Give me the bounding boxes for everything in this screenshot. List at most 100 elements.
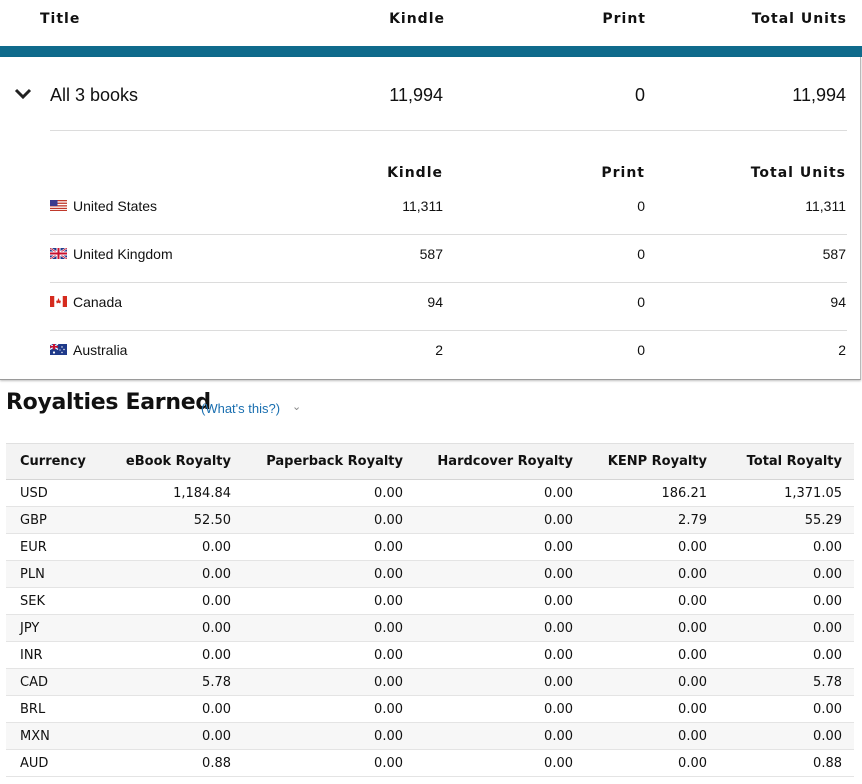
cell-paperback-royalty: 0.00 (374, 485, 403, 501)
cell-hardcover-royalty: 0.00 (544, 674, 573, 690)
cell-paperback-royalty: 0.00 (374, 647, 403, 663)
cell-paperback-royalty: 0.00 (374, 674, 403, 690)
marketplace-print: 0 (637, 342, 645, 358)
cell-ebook-royalty: 0.00 (202, 647, 231, 663)
marketplace-print: 0 (637, 294, 645, 310)
cell-currency: INR (20, 647, 43, 663)
cell-paperback-royalty: 0.00 (374, 566, 403, 582)
cell-currency: AUD (20, 755, 49, 771)
marketplace-kindle: 94 (427, 294, 443, 310)
table-row: SEK 0.00 0.00 0.00 0.00 0.00 (6, 588, 854, 615)
marketplace-total: 2 (838, 342, 846, 358)
cell-ebook-royalty: 0.00 (202, 728, 231, 744)
table-row: BRL 0.00 0.00 0.00 0.00 0.00 (6, 696, 854, 723)
sub-header-print: Print (601, 165, 645, 181)
marketplace-name: United Kingdom (73, 246, 173, 262)
cell-hardcover-royalty: 0.00 (544, 512, 573, 528)
cell-ebook-royalty: 0.00 (202, 620, 231, 636)
cell-kenp-royalty: 0.00 (678, 701, 707, 717)
cell-hardcover-royalty: 0.00 (544, 728, 573, 744)
cell-kenp-royalty: 0.00 (678, 593, 707, 609)
cell-paperback-royalty: 0.00 (374, 593, 403, 609)
cell-kenp-royalty: 0.00 (678, 620, 707, 636)
marketplace-name: Canada (73, 294, 123, 310)
divider (50, 330, 847, 331)
marketplace-total: 587 (822, 246, 846, 262)
cell-paperback-royalty: 0.00 (374, 701, 403, 717)
cell-kenp-royalty: 2.79 (678, 512, 707, 528)
col-header-total-royalty: Total Royalty (719, 443, 854, 480)
cell-paperback-royalty: 0.00 (374, 620, 403, 636)
table-row: GBP 52.50 0.00 0.00 2.79 55.29 (6, 506, 854, 534)
col-header-title[interactable]: Title (40, 11, 80, 27)
col-header-currency: Currency (6, 443, 102, 480)
cell-currency: EUR (20, 539, 47, 555)
cell-currency: USD (20, 485, 48, 501)
cell-hardcover-royalty: 0.00 (544, 485, 573, 501)
marketplace-total: 94 (830, 294, 846, 310)
col-header-print[interactable]: Print (546, 11, 646, 27)
cell-total-royalty: 1,371.05 (784, 485, 842, 501)
us-flag-icon (50, 200, 67, 211)
cell-kenp-royalty: 0.00 (678, 566, 707, 582)
cell-currency: BRL (20, 701, 46, 717)
cell-currency: MXN (20, 728, 50, 744)
table-row: USD 1,184.84 0.00 0.00 186.21 1,371.05 (6, 480, 854, 507)
cell-ebook-royalty: 0.00 (202, 566, 231, 582)
whats-this-link[interactable]: (What's this?) (201, 401, 280, 416)
cell-ebook-royalty: 0.00 (202, 539, 231, 555)
cell-total-royalty: 5.78 (813, 674, 842, 690)
units-table-header: Title Kindle Print Total Units (0, 0, 862, 46)
cell-total-royalty: 0.00 (813, 566, 842, 582)
cell-hardcover-royalty: 0.00 (544, 539, 573, 555)
cell-kenp-royalty: 0.00 (678, 755, 707, 771)
col-header-kenp-royalty: KENP Royalty (585, 443, 719, 480)
marketplace-print: 0 (637, 198, 645, 214)
cell-total-royalty: 0.00 (813, 620, 842, 636)
table-row: PLN 0.00 0.00 0.00 0.00 0.00 (6, 560, 854, 588)
cell-currency: GBP (20, 512, 47, 528)
cell-kenp-royalty: 0.00 (678, 728, 707, 744)
royalties-heading: Royalties Earned (6, 390, 211, 415)
table-row: MXN 0.00 0.00 0.00 0.00 0.00 (6, 722, 854, 750)
summary-title[interactable]: All 3 books (50, 85, 138, 106)
summary-total: 11,994 (792, 85, 846, 105)
table-row: EUR 0.00 0.00 0.00 0.00 0.00 (6, 534, 854, 561)
table-row: INR 0.00 0.00 0.00 0.00 0.00 (6, 642, 854, 669)
cell-total-royalty: 55.29 (804, 512, 842, 528)
cell-total-royalty: 0.88 (813, 755, 842, 771)
cell-currency: CAD (20, 674, 48, 690)
cell-kenp-royalty: 0.00 (678, 539, 707, 555)
col-header-ebook-royalty: eBook Royalty (102, 443, 243, 480)
cell-ebook-royalty: 0.00 (202, 593, 231, 609)
cell-total-royalty: 0.00 (813, 539, 842, 555)
cell-total-royalty: 0.00 (813, 593, 842, 609)
divider (50, 282, 847, 283)
cell-total-royalty: 0.00 (813, 728, 842, 744)
summary-kindle: 11,994 (389, 85, 443, 105)
table-row: JPY 0.00 0.00 0.00 0.00 0.00 (6, 614, 854, 642)
marketplace-row: United Kingdom 587 0 587 (0, 236, 862, 284)
cell-hardcover-royalty: 0.00 (544, 701, 573, 717)
marketplace-total: 11,311 (805, 198, 846, 214)
marketplace-name: United States (73, 198, 158, 214)
table-header-row: Currency eBook Royalty Paperback Royalty… (6, 443, 854, 480)
canada-flag-icon (50, 296, 67, 307)
col-header-kindle[interactable]: Kindle (345, 11, 445, 27)
divider (50, 234, 847, 235)
cell-ebook-royalty: 5.78 (202, 674, 231, 690)
cell-hardcover-royalty: 0.00 (544, 755, 573, 771)
marketplace-row: United States 11,311 0 11,311 (0, 188, 862, 236)
cell-currency: PLN (20, 566, 45, 582)
chevron-down-icon[interactable] (13, 87, 33, 101)
sub-header-kindle: Kindle (387, 165, 443, 181)
col-header-total-units[interactable]: Total Units (647, 11, 847, 27)
marketplace-name: Australia (73, 342, 128, 358)
cell-currency: JPY (20, 620, 40, 636)
cell-paperback-royalty: 0.00 (374, 512, 403, 528)
cell-kenp-royalty: 0.00 (678, 647, 707, 663)
chevron-down-icon[interactable]: ⌄ (292, 400, 301, 413)
header-accent-bar (0, 46, 862, 57)
cell-hardcover-royalty: 0.00 (544, 593, 573, 609)
cell-hardcover-royalty: 0.00 (544, 620, 573, 636)
